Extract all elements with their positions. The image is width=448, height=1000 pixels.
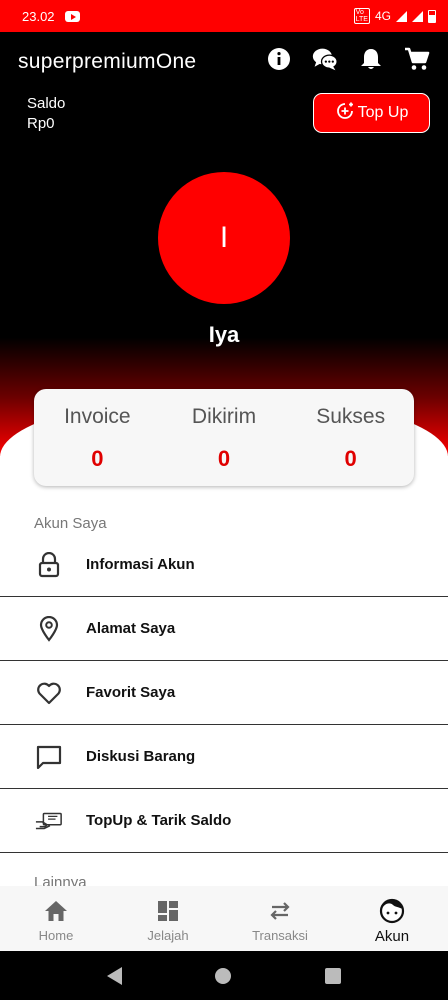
battery-icon [428, 9, 436, 23]
menu-item-topup-tarik-saldo[interactable]: TopUp & Tarik Saldo [0, 789, 448, 853]
saldo-label: Saldo [27, 95, 66, 112]
stat-invoice[interactable]: Invoice 0 [34, 389, 161, 486]
stat-label: Dikirim [191, 405, 257, 428]
bell-icon[interactable] [358, 46, 384, 72]
nav-item-transaksi[interactable]: Transaksi [224, 886, 336, 951]
order-stats-card: Invoice 0 Dikirim 0 Sukses 0 [34, 389, 414, 486]
status-bar: 23.02 Vo LTE 4G [0, 0, 448, 32]
chat-icon[interactable] [312, 46, 338, 72]
info-icon[interactable] [266, 46, 292, 72]
location-pin-icon [35, 615, 63, 643]
swap-icon [267, 899, 293, 923]
home-circle-icon[interactable] [215, 967, 232, 984]
section-title-account: Akun Saya [34, 515, 107, 532]
heart-icon [35, 679, 63, 707]
chat-bubble-icon [35, 743, 63, 771]
cart-icon[interactable] [404, 46, 430, 72]
menu-item-favorit-saya[interactable]: Favorit Saya [0, 661, 448, 725]
home-icon [43, 899, 69, 923]
add-circle-icon [335, 101, 355, 126]
recent-apps-icon[interactable] [325, 967, 342, 984]
menu-label: Informasi Akun [86, 556, 195, 573]
wifi-signal-icon [412, 10, 423, 22]
hand-money-icon [35, 807, 63, 835]
stat-label: Invoice [64, 405, 131, 428]
avatar-initial: I [219, 221, 229, 254]
menu-item-alamat-saya[interactable]: Alamat Saya [0, 597, 448, 661]
account-menu: Informasi Akun Alamat Saya Favorit Saya … [0, 533, 448, 853]
signal-icon [396, 10, 407, 22]
top-up-button[interactable]: Top Up [313, 93, 430, 133]
header-actions [266, 46, 430, 72]
user-name: Iya [208, 322, 240, 347]
stat-label: Sukses [316, 405, 386, 428]
stat-value: 0 [91, 446, 104, 471]
app-title: superpremiumOne [18, 50, 197, 73]
menu-item-informasi-akun[interactable]: Informasi Akun [0, 533, 448, 597]
top-up-label: Top Up [357, 104, 409, 121]
menu-label: Favorit Saya [86, 684, 176, 701]
stat-sukses[interactable]: Sukses 0 [287, 389, 414, 486]
stat-value: 0 [217, 446, 231, 471]
menu-label: TopUp & Tarik Saldo [86, 812, 232, 829]
youtube-icon [64, 10, 80, 22]
saldo-value: Rp0 [27, 115, 55, 132]
stat-value: 0 [344, 446, 357, 471]
back-icon[interactable] [106, 966, 122, 985]
face-icon [379, 898, 405, 924]
nav-label: Jelajah [147, 928, 189, 943]
nav-item-akun[interactable]: Akun [336, 886, 448, 951]
nav-label: Home [38, 928, 74, 943]
nav-item-home[interactable]: Home [0, 886, 112, 951]
menu-label: Alamat Saya [86, 620, 176, 637]
network-type: 4G [374, 9, 391, 23]
status-time: 23.02 [22, 8, 55, 24]
nav-label: Transaksi [252, 928, 308, 943]
lock-icon [35, 551, 63, 579]
stat-dikirim[interactable]: Dikirim 0 [161, 389, 288, 486]
nav-item-jelajah[interactable]: Jelajah [112, 886, 224, 951]
nav-label: Akun [374, 928, 410, 945]
menu-item-diskusi-barang[interactable]: Diskusi Barang [0, 725, 448, 789]
system-navigation-bar [0, 951, 448, 1000]
menu-label: Diskusi Barang [86, 748, 196, 765]
avatar[interactable]: I [158, 172, 290, 304]
bottom-navigation: Home Jelajah Transaksi Akun [0, 886, 448, 951]
dashboard-icon [155, 899, 181, 923]
volte-icon: Vo LTE [353, 8, 370, 24]
